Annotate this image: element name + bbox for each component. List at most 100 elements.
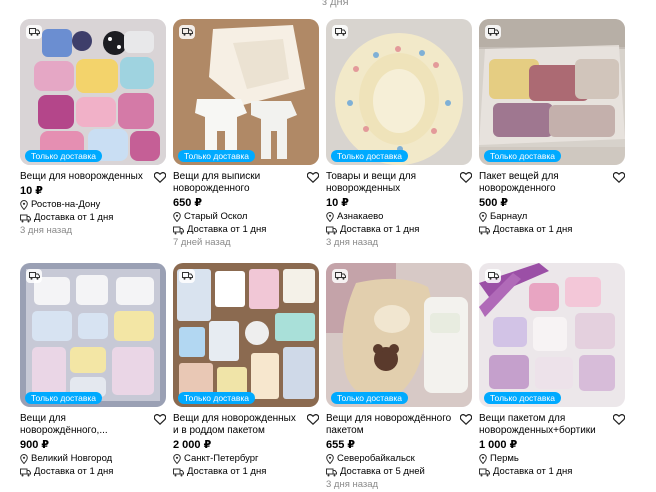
listing-price: 500 ₽ [479,197,509,209]
listing-date: 3 дня назад [20,225,73,236]
listing-delivery: Доставка от 5 дней [326,466,472,478]
listing-title[interactable]: Вещи для новорожденных и в роддом пакето… [173,413,299,437]
photo-discharge-set [173,19,319,165]
listing-city: Барнаул [490,211,528,222]
listing-location: Старый Оскол [173,211,319,223]
listing-photo[interactable]: Только доставка [173,19,319,165]
delivery-only-badge: Только доставка [178,392,255,404]
photo-clothes-on-blanket [20,263,166,407]
location-pin-icon [326,212,334,222]
photo-bib-and-clothes [326,263,472,407]
listing-card[interactable]: Только доставка Вещи для выписки новорож… [173,19,319,248]
delivery-only-badge: Только доставка [331,150,408,162]
listing-card[interactable]: Только доставка Вещи пакетом для новорож… [479,263,625,492]
heart-icon[interactable] [154,172,166,183]
delivery-text: Доставка от 1 дня [34,212,114,223]
listing-delivery: Доставка от 1 дня [479,466,625,478]
listing-photo[interactable]: Только доставка [20,19,166,165]
listing-title[interactable]: Вещи пакетом для новорожденных+бортики [479,413,605,437]
listing-card[interactable]: Только доставка Пакет вещей для новорожд… [479,19,625,245]
delivery-text: Доставка от 1 дня [187,224,267,235]
listing-price: 655 ₽ [326,439,356,451]
location-pin-icon [479,212,487,222]
location-pin-icon [20,454,28,464]
delivery-box-icon [326,226,337,234]
listing-photo[interactable]: Только доставка [479,263,625,407]
listings-grid: Только доставка Вещи для новорожденных 1… [20,19,625,248]
photo-clothes-in-bag [479,19,625,165]
listing-photo[interactable]: Только доставка [326,19,472,165]
truck-icon [179,269,195,283]
heart-icon[interactable] [460,414,472,425]
delivery-text: Доставка от 1 дня [34,466,114,477]
listing-title[interactable]: Вещи для новорождённого,... [20,413,146,437]
listing-location: Пермь [479,453,625,465]
delivery-box-icon [479,468,490,476]
delivery-box-icon [479,226,490,234]
listing-price: 900 ₽ [20,439,50,451]
listing-city: Северобайкальск [337,453,415,464]
listing-card[interactable]: Только доставка Вещи для новорожденных и… [173,263,319,492]
delivery-box-icon [20,214,31,222]
delivery-text: Доставка от 1 дня [493,224,573,235]
delivery-box-icon [20,468,31,476]
listing-title[interactable]: Пакет вещей для новорожденного [479,171,605,195]
listing-photo[interactable]: Только доставка [173,263,319,407]
location-pin-icon [173,212,181,222]
delivery-only-badge: Только доставка [25,150,102,162]
listing-price: 650 ₽ [173,197,203,209]
heart-icon[interactable] [460,172,472,183]
delivery-text: Доставка от 5 дней [340,466,425,477]
listing-card[interactable]: Только доставка Вещи для новорожденных 1… [20,19,166,245]
truck-icon [332,269,348,283]
listing-title[interactable]: Вещи для новорожденных [20,171,146,183]
delivery-text: Доставка от 1 дня [493,466,573,477]
truck-icon [485,25,501,39]
listing-card[interactable]: Только доставка Вещи для новорождённого,… [20,263,166,492]
listing-delivery: Доставка от 1 дня [479,224,625,236]
listing-date: 3 дня назад [326,479,379,490]
listing-location: Ростов-на-Дону [20,199,166,211]
listing-delivery: Доставка от 1 дня [173,224,319,236]
location-pin-icon [173,454,181,464]
photo-maternity-hospital-kit [173,263,319,407]
heart-icon[interactable] [613,414,625,425]
listing-card[interactable]: Только доставка Товары и вещи для новоро… [326,19,472,248]
listing-title[interactable]: Товары и вещи для новорожденных [326,171,452,195]
delivery-box-icon [173,226,184,234]
heart-icon[interactable] [307,172,319,183]
delivery-box-icon [326,468,337,476]
location-pin-icon [326,454,334,464]
listing-photo[interactable]: Только доставка [20,263,166,407]
location-pin-icon [20,200,28,210]
truck-icon [332,25,348,39]
listing-delivery: Доставка от 1 дня [326,224,472,236]
truck-icon [26,269,42,283]
listing-card[interactable]: Только доставка Вещи для новорождённого … [326,263,472,492]
listing-photo[interactable]: Только доставка [479,19,625,165]
truck-icon [26,25,42,39]
heart-icon[interactable] [154,414,166,425]
truck-icon [179,25,195,39]
listing-title[interactable]: Вещи для выписки новорожденного [173,171,299,195]
location-pin-icon [479,454,487,464]
listing-price: 10 ₽ [326,197,349,209]
listing-title[interactable]: Вещи для новорождённого пакетом [326,413,452,437]
heart-icon[interactable] [307,414,319,425]
listing-location: Северобайкальск [326,453,472,465]
delivery-only-badge: Только доставка [331,392,408,404]
photo-clothes-with-bumpers [479,263,625,407]
heart-icon[interactable] [613,172,625,183]
listing-price: 1 000 ₽ [479,439,518,451]
listing-delivery: Доставка от 1 дня [20,466,166,478]
listings-grid-row-2: Только доставка Вещи для новорождённого,… [20,263,625,492]
previous-row-date-stub: з дня [322,0,349,8]
listing-date: 3 дня назад [326,237,379,248]
truck-icon [485,269,501,283]
listing-city: Великий Новгород [31,453,113,464]
listing-city: Санкт-Петербург [184,453,259,464]
listing-location: Барнаул [479,211,625,223]
listing-delivery: Доставка от 1 дня [173,466,319,478]
listing-photo[interactable]: Только доставка [326,263,472,407]
photo-baby-clothes-pile [20,19,166,165]
